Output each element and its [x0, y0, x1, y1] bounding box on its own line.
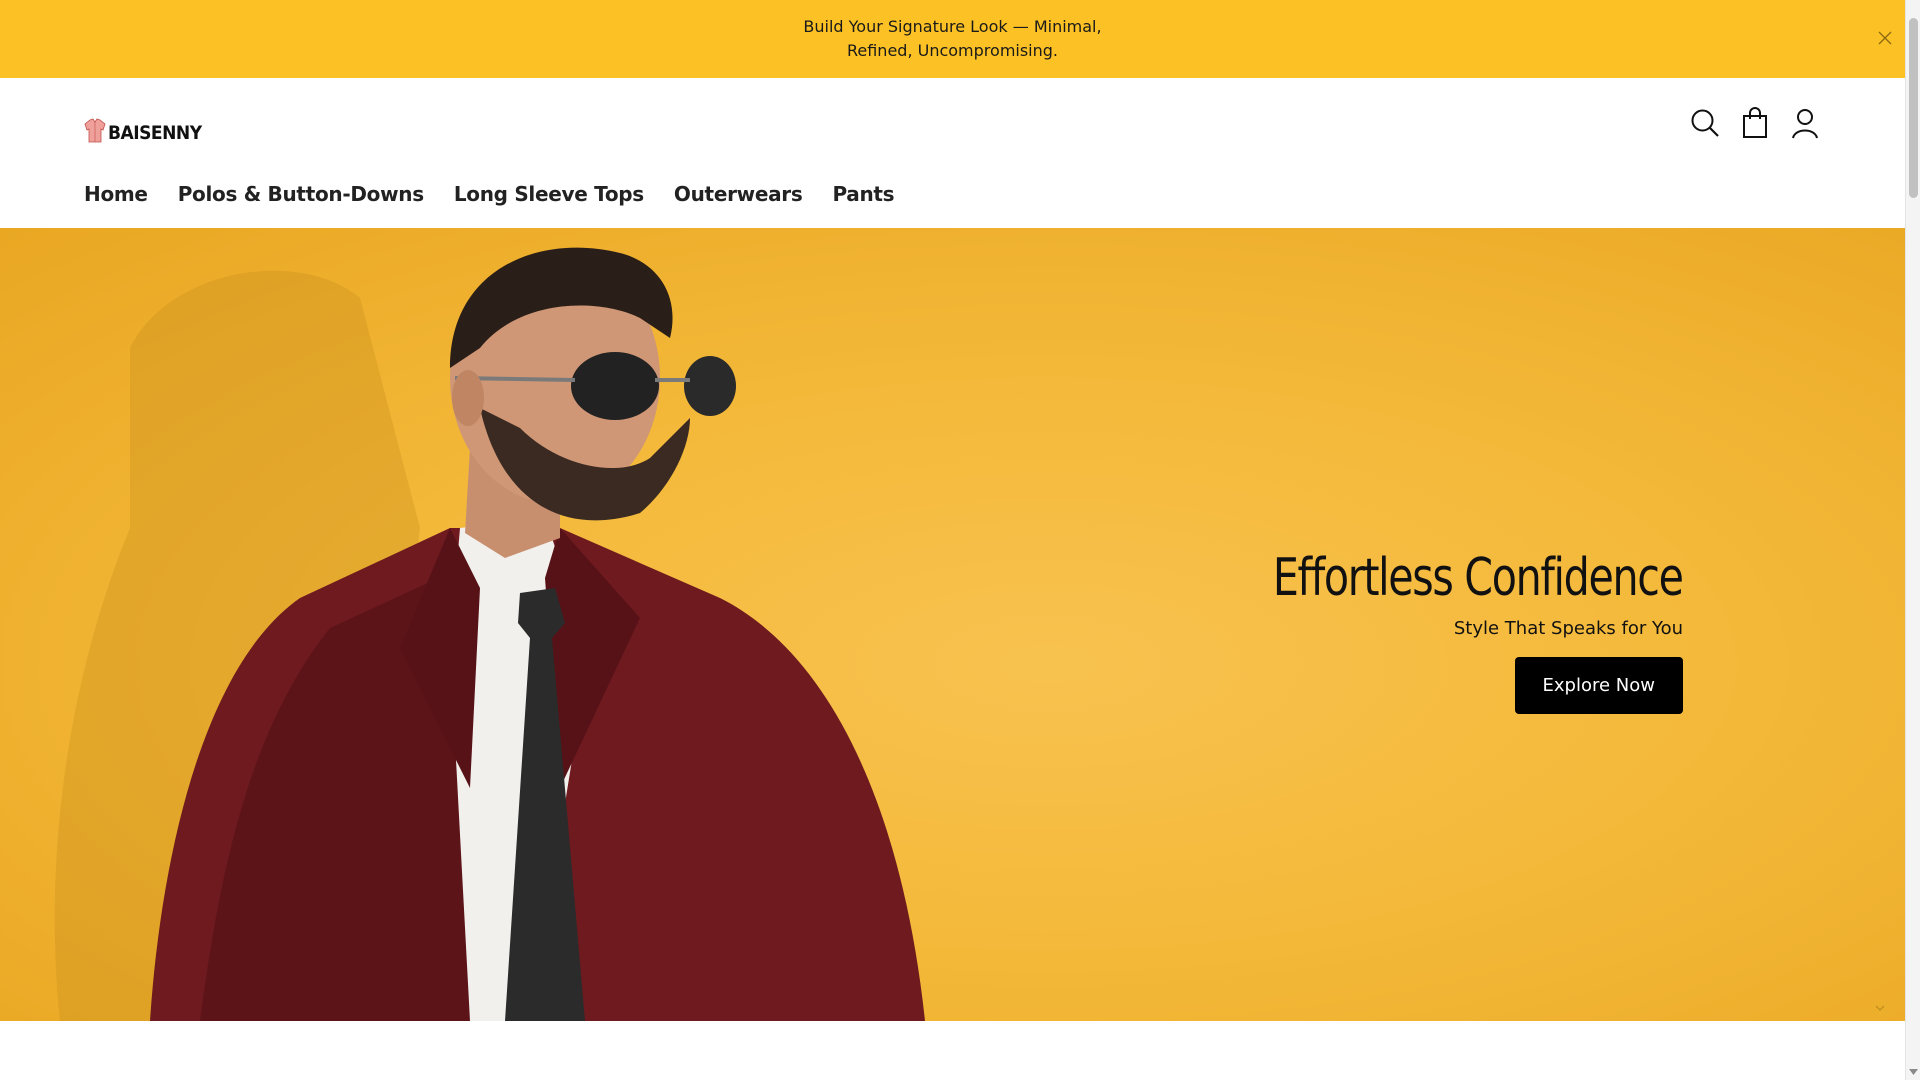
nav-item-pants[interactable]: Pants — [832, 182, 894, 206]
hero-subtitle: Style That Speaks for You — [1453, 618, 1683, 639]
nav-item-long-sleeve-tops[interactable]: Long Sleeve Tops — [454, 182, 644, 206]
logo[interactable]: BAISENNY — [84, 104, 202, 144]
nav-item-home[interactable]: Home — [84, 182, 148, 206]
page: Build Your Signature Look — Minimal, Ref… — [0, 0, 1905, 1080]
nav-item-outerwears[interactable]: Outerwears — [674, 182, 803, 206]
scrollbar-thumb[interactable] — [1909, 18, 1918, 198]
header-icons — [1689, 106, 1821, 140]
vertical-scrollbar[interactable] — [1905, 0, 1920, 1080]
logo-text: BAISENNY — [108, 122, 202, 144]
hero-title: Effortless Confidence — [1273, 548, 1684, 608]
announcement-text: Build Your Signature Look — Minimal, Ref… — [803, 17, 1102, 60]
account-icon[interactable] — [1789, 106, 1821, 140]
site-header: BAISENNY Home Polos & Button-Downs Long … — [0, 78, 1905, 228]
nav-item-polos-button-downs[interactable]: Polos & Button-Downs — [178, 182, 424, 206]
hero-model-image — [54, 247, 925, 1021]
main-nav: Home Polos & Button-Downs Long Sleeve To… — [84, 182, 895, 206]
chevron-down-icon[interactable] — [1875, 1003, 1885, 1013]
hero-banner: Effortless Confidence Style That Speaks … — [0, 228, 1905, 1021]
cart-icon[interactable] — [1739, 106, 1771, 140]
search-icon[interactable] — [1689, 106, 1721, 140]
hero-copy: Effortless Confidence Style That Speaks … — [1217, 548, 1684, 714]
explore-now-button[interactable]: Explore Now — [1514, 657, 1683, 714]
scroll-down-arrow-icon[interactable] — [1909, 1068, 1918, 1076]
logo-shirt-icon — [84, 118, 106, 143]
announcement-bar: Build Your Signature Look — Minimal, Ref… — [0, 0, 1905, 78]
close-icon[interactable] — [1875, 28, 1895, 48]
